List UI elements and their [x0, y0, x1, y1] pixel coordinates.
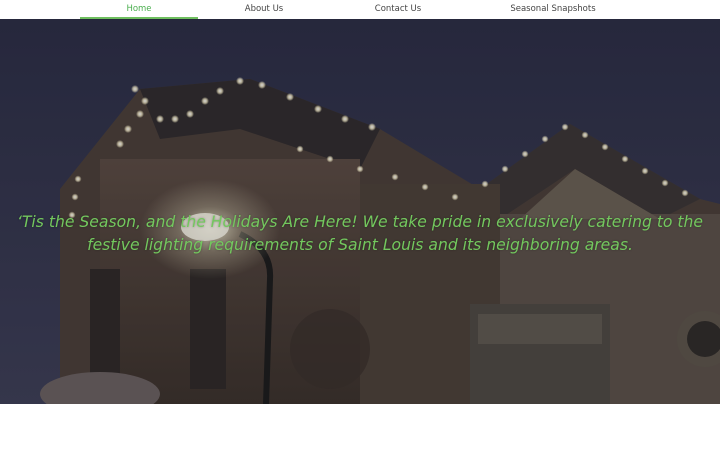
- nav-item-seasonal-snapshots-label: Seasonal Snapshots: [510, 4, 596, 14]
- nav-item-about-us[interactable]: About Us: [205, 0, 323, 19]
- hero-headline: ‘Tis the Season, and the Holidays Are He…: [0, 211, 720, 257]
- top-navigation: Home About Us Contact Us Seasonal Snapsh…: [0, 0, 720, 19]
- nav-item-contact-us-label: Contact Us: [374, 4, 422, 14]
- nav-item-contact-us[interactable]: Contact Us: [338, 0, 458, 19]
- page-body-blank: [0, 404, 720, 450]
- hero-headline-line-2: festive lighting requirements of Saint L…: [87, 236, 633, 254]
- nav-item-home-label: Home: [126, 4, 152, 14]
- nav-item-seasonal-snapshots[interactable]: Seasonal Snapshots: [492, 0, 614, 19]
- nav-item-about-us-label: About Us: [244, 4, 284, 14]
- active-tab-underline: [80, 17, 198, 19]
- hero-headline-line-1: ‘Tis the Season, and the Holidays Are He…: [16, 213, 704, 231]
- nav-item-home[interactable]: Home: [80, 0, 198, 19]
- hero-banner: ‘Tis the Season, and the Holidays Are He…: [0, 19, 720, 404]
